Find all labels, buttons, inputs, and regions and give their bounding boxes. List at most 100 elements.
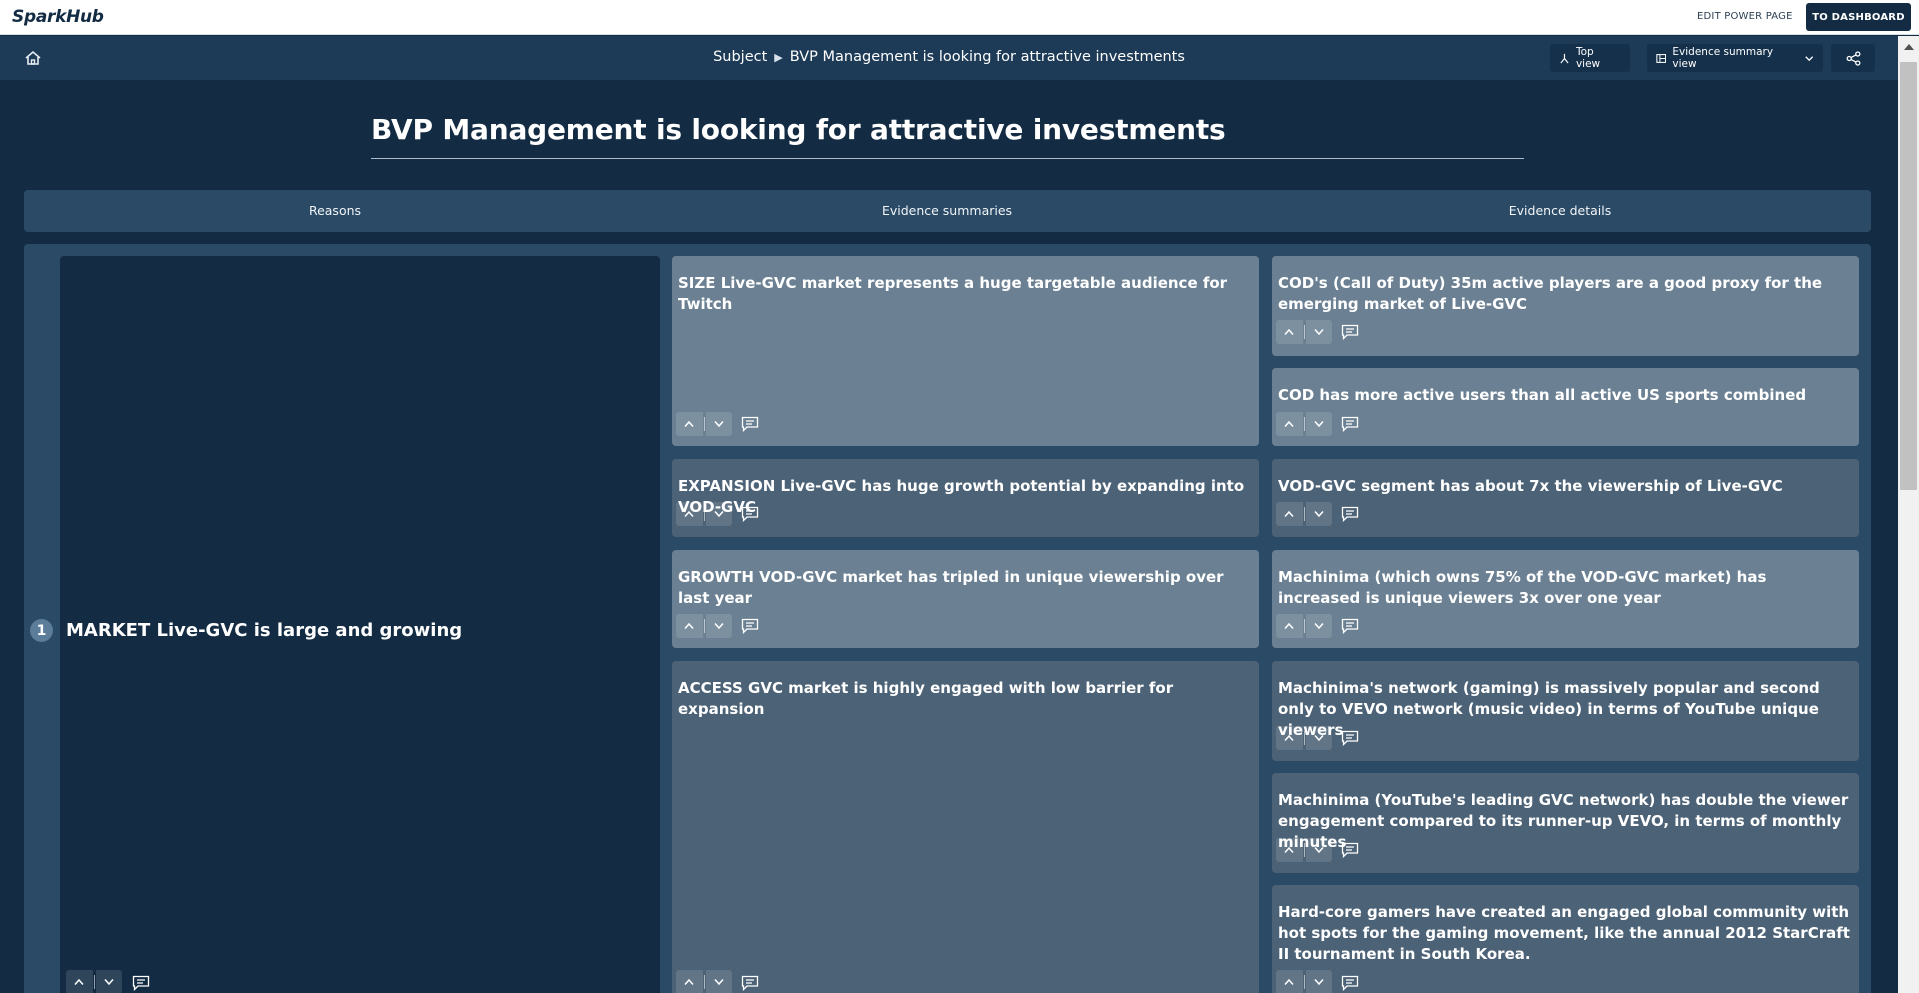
comment-icon[interactable] [132,975,150,991]
upvote-button[interactable] [1276,320,1303,344]
downvote-button[interactable] [1305,320,1333,344]
share-icon [1846,50,1860,66]
vote-divider [93,975,95,989]
detail-vote-control[interactable] [1276,726,1333,750]
upvote-button[interactable] [676,970,703,993]
chevron-up-icon [684,978,694,985]
downvote-button[interactable] [705,412,733,436]
top-view-button[interactable]: Top view [1550,44,1630,72]
detail-text: COD's (Call of Duty) 35m active players … [1278,274,1823,313]
column-header-reasons: Reasons [308,203,362,218]
downvote-button[interactable] [1305,502,1333,526]
upvote-button[interactable] [1276,726,1303,750]
hierarchy-icon [1560,53,1569,63]
downvote-button[interactable] [705,502,733,526]
summary-vote-control[interactable] [676,970,733,993]
comment-icon[interactable] [741,975,759,991]
comment-icon[interactable] [1341,416,1359,432]
downvote-button[interactable] [1305,970,1333,993]
upvote-button[interactable] [66,970,93,993]
comment-icon[interactable] [1341,618,1359,634]
comment-icon[interactable] [741,618,759,634]
vote-divider [1303,975,1305,989]
vote-divider [1303,619,1305,633]
detail-text: COD has more active users than all activ… [1278,386,1807,404]
detail-card[interactable] [1272,459,1859,537]
comment-icon[interactable] [741,416,759,432]
detail-card[interactable] [1272,368,1859,446]
detail-vote-control[interactable] [1276,412,1333,436]
chevron-up-icon [1284,734,1294,741]
upvote-button[interactable] [676,614,703,638]
chevron-down-icon [1314,735,1324,742]
upvote-button[interactable] [676,502,703,526]
upvote-button[interactable] [1276,502,1303,526]
vote-divider [1303,843,1305,857]
comment-icon[interactable] [741,506,759,522]
top-view-label: Top view [1575,46,1601,70]
app-header: SparkHub EDIT POWER PAGE TO DASHBOARD [0,0,1919,35]
vote-divider [1303,417,1305,431]
edit-power-page-link[interactable]: EDIT POWER PAGE [1697,11,1793,22]
chevron-down-icon [714,421,724,428]
chevron-up-icon [1284,328,1294,335]
brand-logo[interactable]: SparkHub [12,7,104,27]
summary-text: SIZE Live-GVC market represents a huge t… [678,274,1228,313]
downvote-button[interactable] [705,970,733,993]
upvote-button[interactable] [1276,614,1303,638]
downvote-button[interactable] [1305,412,1333,436]
comment-icon[interactable] [1341,324,1359,340]
chevron-down-icon [1314,511,1324,518]
upvote-button[interactable] [676,412,703,436]
detail-text: Machinima (which owns 75% of the VOD-GVC… [1278,568,1767,607]
comment-icon[interactable] [1341,730,1359,746]
to-dashboard-button[interactable]: TO DASHBOARD [1806,3,1911,31]
comment-icon[interactable] [1341,975,1359,991]
vote-divider [1303,507,1305,521]
summary-view-label: Evidence summary view [1672,46,1774,70]
breadcrumb-root[interactable]: Subject [713,49,767,65]
downvote-button[interactable] [1305,838,1333,862]
chevron-down-icon [1314,623,1324,630]
summary-vote-control[interactable] [676,502,733,526]
chevron-down-icon [1314,329,1324,336]
column-headers: Reasons Evidence summaries Evidence deta… [24,190,1871,232]
upvote-button[interactable] [1276,838,1303,862]
detail-vote-control[interactable] [1276,970,1333,993]
scroll-up-arrow-icon[interactable] [1904,44,1914,50]
detail-vote-control[interactable] [1276,614,1333,638]
detail-vote-control[interactable] [1276,320,1333,344]
page-toolbar: Subject ▶ BVP Management is looking for at… [0,36,1898,80]
upvote-button[interactable] [1276,970,1303,993]
downvote-button[interactable] [1305,726,1333,750]
vote-divider [703,507,705,521]
chevron-down-icon [714,623,724,630]
chevron-up-icon [684,510,694,517]
breadcrumb-separator-icon: ▶ [774,51,783,64]
scrollbar-thumb[interactable] [1900,62,1917,490]
vote-divider [1303,325,1305,339]
reason-text: MARKET Live-GVC is large and growing [66,620,463,641]
reason-vote-control[interactable] [66,970,123,993]
detail-text: Machinima (YouTube's leading GVC network… [1278,791,1849,851]
summary-vote-control[interactable] [676,412,733,436]
summary-vote-control[interactable] [676,614,733,638]
downvote-button[interactable] [705,614,733,638]
comment-icon[interactable] [1341,506,1359,522]
chevron-down-icon [1314,979,1324,986]
detail-vote-control[interactable] [1276,502,1333,526]
summary-text: EXPANSION Live-GVC has huge growth poten… [678,477,1245,516]
chevron-down-icon [1314,421,1324,428]
downvote-button[interactable] [1305,614,1333,638]
detail-text: Hard-core gamers have created an engaged… [1278,903,1850,963]
detail-vote-control[interactable] [1276,838,1333,862]
chevron-up-icon [1284,622,1294,629]
downvote-button[interactable] [95,970,123,993]
vote-divider [703,417,705,431]
chevron-down-icon [104,979,114,986]
comment-icon[interactable] [1341,842,1359,858]
upvote-button[interactable] [1276,412,1303,436]
chevron-down-icon [714,979,724,986]
share-button[interactable] [1831,44,1875,72]
evidence-summary-view-dropdown[interactable]: Evidence summary view [1647,44,1823,72]
